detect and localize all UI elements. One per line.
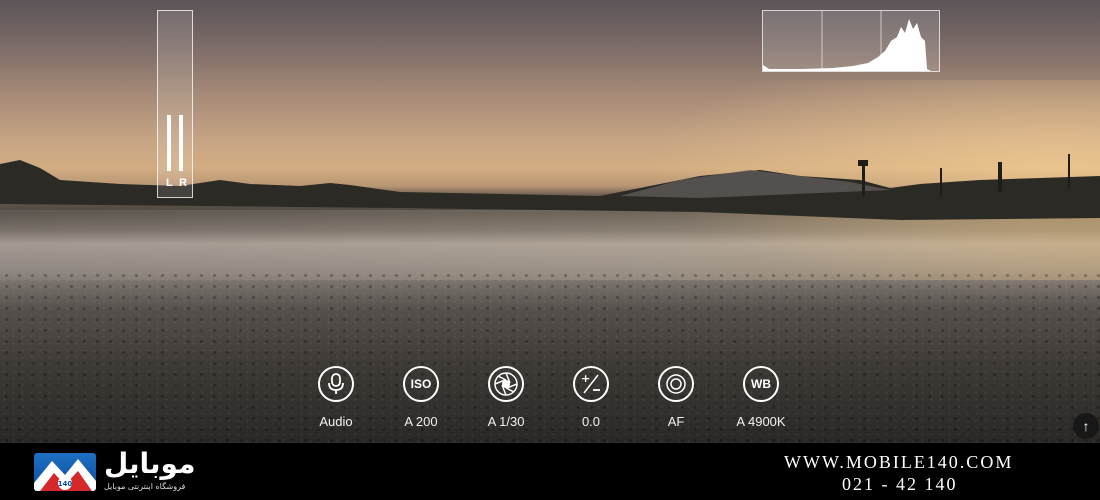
audio-channel-left-label: L: [166, 177, 173, 189]
exposure-histogram: [762, 10, 940, 72]
shutter-setting-button[interactable]: A 1/30: [466, 366, 546, 429]
brand-name: موبایل: [104, 447, 196, 480]
camera-settings-bar: Audio ISO A 200 A 1/30 + 0.0 AF WB A 490: [0, 366, 1100, 436]
iso-setting-button[interactable]: ISO A 200: [381, 366, 461, 429]
logo-badge-number: 140: [58, 480, 73, 488]
iso-setting-label: A 200: [404, 414, 438, 429]
iso-icon: ISO: [403, 366, 439, 402]
audio-setting-button[interactable]: Audio: [296, 366, 376, 429]
exposure-setting-label: 0.0: [581, 414, 601, 429]
histogram-graph: [763, 11, 931, 71]
white-balance-setting-label: A 4900K: [736, 414, 786, 429]
exposure-compensation-icon: +: [573, 366, 609, 402]
svg-text:+: +: [581, 372, 590, 385]
aperture-icon: [488, 366, 524, 402]
mobile140-logo: 140: [34, 453, 96, 491]
audio-level-left-bar: [167, 115, 171, 171]
exposure-setting-button[interactable]: + 0.0: [551, 366, 631, 429]
audio-channel-right-label: R: [179, 177, 187, 189]
arrow-up-icon: ↑: [1082, 418, 1090, 434]
white-balance-setting-button[interactable]: WB A 4900K: [721, 366, 801, 429]
audio-level-right-bar: [179, 115, 183, 171]
focus-setting-label: AF: [667, 414, 685, 429]
audio-level-meter: L R: [157, 10, 193, 198]
website-url[interactable]: WWW.MOBILE140.COM: [784, 452, 1013, 473]
phone-number: 021 - 42 140: [842, 474, 958, 494]
autofocus-icon: [658, 366, 694, 402]
brand-tagline: فروشگاه اینترنتی موبایل: [104, 482, 186, 491]
scroll-to-top-button[interactable]: ↑: [1073, 413, 1099, 439]
camera-viewfinder: L R Audio ISO A 200 A 1/30 + 0.0 AF WB A…: [0, 0, 1100, 443]
white-balance-icon: WB: [743, 366, 779, 402]
microphone-icon: [318, 366, 354, 402]
focus-setting-button[interactable]: AF: [636, 366, 716, 429]
shutter-setting-label: A 1/30: [487, 414, 525, 429]
watermark-footer: 140 موبایل فروشگاه اینترنتی موبایل WWW.M…: [0, 443, 1100, 500]
audio-setting-label: Audio: [319, 414, 353, 429]
